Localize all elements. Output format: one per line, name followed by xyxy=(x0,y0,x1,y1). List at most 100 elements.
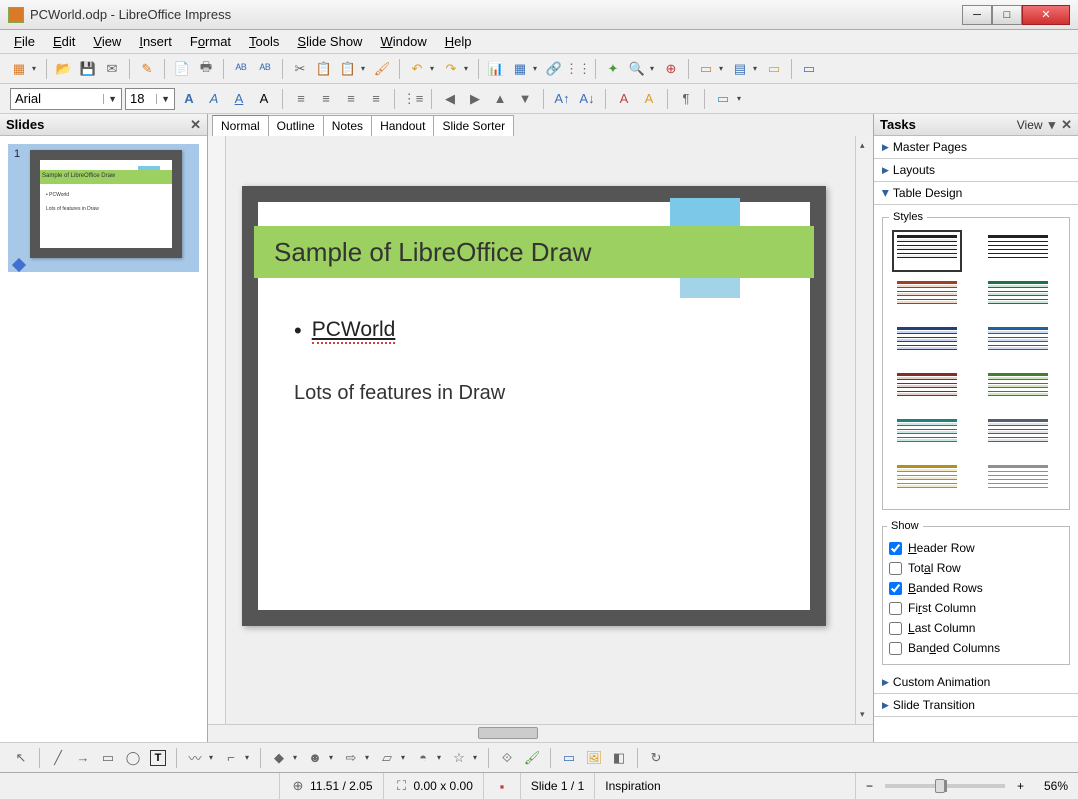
zoom-percent[interactable]: 56% xyxy=(1034,773,1078,799)
gallery-tool[interactable]: ◧ xyxy=(608,747,630,769)
copy-button[interactable]: 📋 xyxy=(313,58,335,80)
zoom-button[interactable]: 🔍 xyxy=(626,58,648,80)
menu-edit[interactable]: Edit xyxy=(45,31,83,52)
align-left-button[interactable]: ≡ xyxy=(290,88,312,110)
zoom-slider[interactable] xyxy=(885,784,1005,788)
slide-dropdown[interactable]: ▾ xyxy=(719,64,727,73)
slide-button[interactable]: ▭ xyxy=(695,58,717,80)
para-dropdown[interactable]: ▾ xyxy=(737,94,745,103)
menu-window[interactable]: Window xyxy=(372,31,434,52)
canvas[interactable]: Sample of LibreOffice Draw PCWorld Lots … xyxy=(226,136,855,724)
demote-button[interactable]: ▶ xyxy=(464,88,486,110)
horizontal-scrollbar[interactable] xyxy=(208,724,873,742)
zoom-controls[interactable]: − + xyxy=(856,773,1034,799)
maximize-button[interactable]: □ xyxy=(992,5,1022,25)
layout-dropdown[interactable]: ▾ xyxy=(753,64,761,73)
italic-button[interactable]: A xyxy=(203,88,225,110)
chk-first-column[interactable]: First Column xyxy=(887,598,1065,618)
bullets-button[interactable]: ⋮≡ xyxy=(402,88,424,110)
redo-dropdown[interactable]: ▾ xyxy=(464,64,472,73)
align-justify-button[interactable]: ≡ xyxy=(365,88,387,110)
tab-normal[interactable]: Normal xyxy=(212,115,269,136)
underline-button[interactable]: A xyxy=(228,88,250,110)
table-dropdown[interactable]: ▾ xyxy=(533,64,541,73)
tab-slide-sorter[interactable]: Slide Sorter xyxy=(433,115,514,136)
symbol-shapes-tool[interactable]: ☻ xyxy=(304,747,326,769)
connector-tool[interactable]: ⌐ xyxy=(220,747,242,769)
table-style-9[interactable] xyxy=(895,417,959,453)
points-tool[interactable]: ⟐ xyxy=(496,747,518,769)
tab-handout[interactable]: Handout xyxy=(371,115,434,136)
highlight-button[interactable]: A xyxy=(638,88,660,110)
font-color-button[interactable]: A xyxy=(613,88,635,110)
undo-button[interactable]: ↶ xyxy=(406,58,428,80)
section-slide-transition[interactable]: ▶Slide Transition xyxy=(874,694,1078,717)
table-style-12[interactable] xyxy=(986,463,1050,499)
decrease-font-button[interactable]: A↓ xyxy=(576,88,598,110)
block-arrows-tool[interactable]: ⇨ xyxy=(340,747,362,769)
slide-layout-button[interactable]: ▤ xyxy=(729,58,751,80)
table-style-7[interactable] xyxy=(895,371,959,407)
promote-button[interactable]: ◀ xyxy=(439,88,461,110)
tab-notes[interactable]: Notes xyxy=(323,115,372,136)
from-file-tool[interactable]: 🖼 xyxy=(583,747,605,769)
edit-button[interactable]: ✎ xyxy=(136,58,158,80)
close-button[interactable]: ✕ xyxy=(1022,5,1070,25)
chk-header-row[interactable]: Header Row xyxy=(887,538,1065,558)
ellipse-tool[interactable]: ◯ xyxy=(122,747,144,769)
save-button[interactable]: 💾 xyxy=(77,58,99,80)
text-tool[interactable]: T xyxy=(147,747,169,769)
chk-banded-rows[interactable]: Banded Rows xyxy=(887,578,1065,598)
minimize-button[interactable]: ─ xyxy=(962,5,992,25)
font-size-combo[interactable]: 18 ▼ xyxy=(125,88,175,110)
hyperlink-button[interactable]: 🔗 xyxy=(543,58,565,80)
section-custom-animation[interactable]: ▶Custom Animation xyxy=(874,671,1078,694)
callout-tool[interactable]: ◓ xyxy=(412,747,434,769)
dash-icon[interactable]: ▾ xyxy=(1049,117,1056,133)
table-style-1[interactable] xyxy=(895,233,959,269)
increase-font-button[interactable]: A↑ xyxy=(551,88,573,110)
section-master-pages[interactable]: ▶Master Pages xyxy=(874,136,1078,159)
table-style-6[interactable] xyxy=(986,325,1050,361)
close-tasks-icon[interactable]: ✕ xyxy=(1061,117,1072,133)
arrow-tool[interactable]: → xyxy=(72,747,94,769)
table-style-2[interactable] xyxy=(986,233,1050,269)
table-button[interactable]: ▦ xyxy=(509,58,531,80)
animation-button[interactable]: ✦ xyxy=(602,58,624,80)
print-button[interactable]: 🖶 xyxy=(195,58,217,80)
format-paintbrush-button[interactable]: 🖌 xyxy=(371,58,393,80)
font-name-combo[interactable]: Arial ▼ xyxy=(10,88,122,110)
table-style-8[interactable] xyxy=(986,371,1050,407)
cut-button[interactable]: ✂ xyxy=(289,58,311,80)
section-table-design[interactable]: ▶Table Design xyxy=(874,182,1078,205)
flowchart-tool[interactable]: ▱ xyxy=(376,747,398,769)
section-layouts[interactable]: ▶Layouts xyxy=(874,159,1078,182)
shadow-button[interactable]: A xyxy=(253,88,275,110)
paste-button[interactable]: 📋 xyxy=(337,58,359,80)
basic-shapes-tool[interactable]: ◆ xyxy=(268,747,290,769)
presentation-button[interactable]: ▭ xyxy=(798,58,820,80)
grid-button[interactable]: ⋮⋮ xyxy=(567,58,589,80)
slide[interactable]: Sample of LibreOffice Draw PCWorld Lots … xyxy=(242,186,826,626)
paste-dropdown[interactable]: ▾ xyxy=(361,64,369,73)
open-button[interactable]: 📂 xyxy=(53,58,75,80)
align-center-button[interactable]: ≡ xyxy=(315,88,337,110)
menu-file[interactable]: File xyxy=(6,31,43,52)
align-right-button[interactable]: ≡ xyxy=(340,88,362,110)
new-button[interactable]: ▦ xyxy=(8,58,30,80)
rotate-tool[interactable]: ↻ xyxy=(645,747,667,769)
spellcheck-button[interactable]: ᴬᴮ xyxy=(230,58,252,80)
menu-format[interactable]: Format xyxy=(182,31,239,52)
zoom-dropdown[interactable]: ▾ xyxy=(650,64,658,73)
new-dropdown[interactable]: ▾ xyxy=(32,64,40,73)
email-button[interactable]: ✉ xyxy=(101,58,123,80)
vertical-scrollbar[interactable] xyxy=(855,136,873,724)
table-style-4[interactable] xyxy=(986,279,1050,315)
redo-button[interactable]: ↷ xyxy=(440,58,462,80)
menu-tools[interactable]: Tools xyxy=(241,31,287,52)
tab-outline[interactable]: Outline xyxy=(268,115,324,136)
help-button[interactable]: ⊕ xyxy=(660,58,682,80)
stars-tool[interactable]: ☆ xyxy=(448,747,470,769)
table-style-3[interactable] xyxy=(895,279,959,315)
close-panel-icon[interactable]: ✕ xyxy=(190,117,201,133)
